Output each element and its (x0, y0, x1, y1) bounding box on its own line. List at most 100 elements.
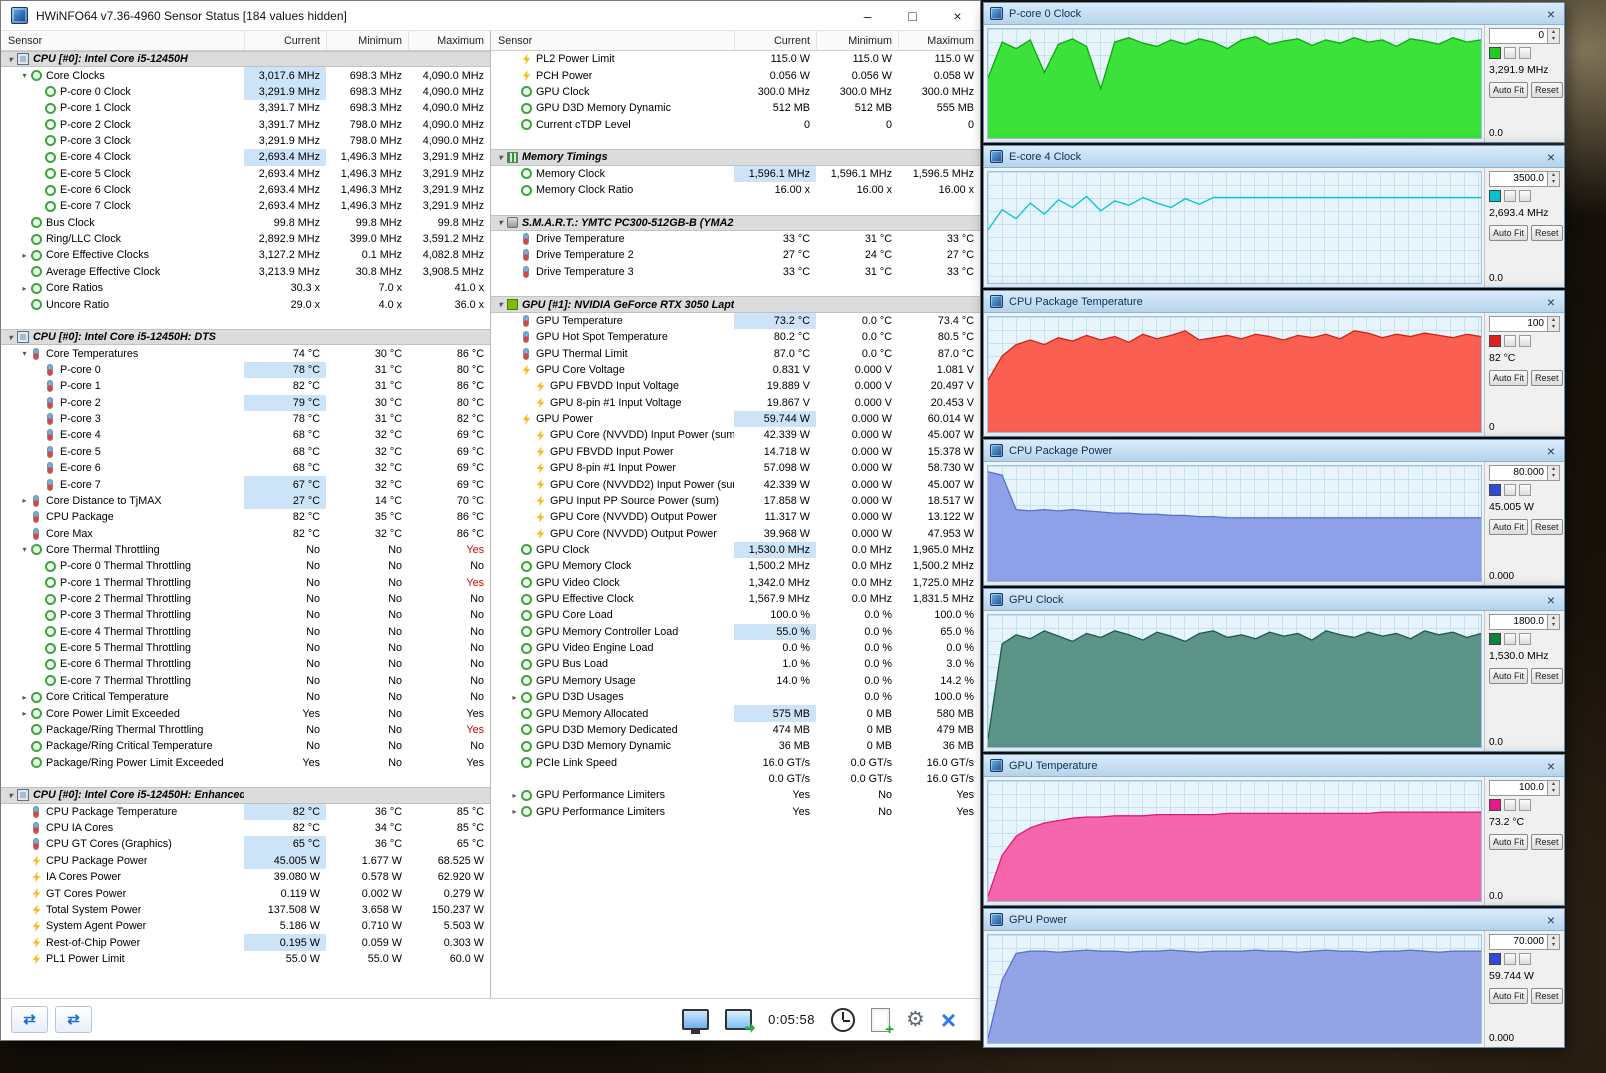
color-picker-button[interactable] (1504, 47, 1516, 59)
column-current[interactable]: Current (734, 31, 816, 50)
expand-arrow-icon[interactable]: ▸ (509, 791, 520, 800)
sensor-row[interactable]: GPU Memory Allocated 575 MB 0 MB 580 MB (491, 705, 980, 722)
sensor-row[interactable]: GPU 8-pin #1 Input Power 57.098 W 0.000 W 5… (491, 460, 980, 476)
sensor-section-row[interactable]: ▾ Memory Timings (491, 149, 980, 166)
collapse-arrow-icon[interactable]: ▾ (5, 55, 16, 64)
expand-arrow-icon[interactable]: ▸ (19, 284, 30, 293)
color-picker-button[interactable] (1504, 190, 1516, 202)
sensor-row[interactable]: GPU Core (NVVDD) Output Power 39.968 W 0.0… (491, 525, 980, 541)
sensor-row[interactable]: GPU Memory Controller Load 55.0 % 0.0 % 65.… (491, 623, 980, 640)
sensor-row[interactable]: ▸ Core Power Limit Exceeded Yes No Yes (1, 705, 490, 721)
sensor-row[interactable]: GPU Core Load 100.0 % 0.0 % 100.0 % (491, 607, 980, 623)
column-maximum[interactable]: Maximum (898, 31, 980, 50)
sensor-row[interactable]: Drive Temperature 2 27 °C 24 °C 27 °C (491, 247, 980, 263)
sensor-row[interactable]: ▾ Core Clocks 3,017.6 MHz 698.3 MHz 4,090.0 … (1, 67, 490, 84)
sensor-row[interactable]: ▸ GPU Performance Limiters Yes No Yes (491, 804, 980, 820)
font-button[interactable] (1519, 47, 1531, 59)
column-minimum[interactable]: Minimum (326, 31, 408, 50)
color-picker-button[interactable] (1504, 633, 1516, 645)
sensor-row[interactable]: Total System Power 137.508 W 3.658 W 150.23… (1, 902, 490, 918)
sensor-row[interactable]: E-core 7 Clock 2,693.4 MHz 1,496.3 MHz 3,29… (1, 198, 490, 214)
sensor-row[interactable]: Memory Clock Ratio 16.00 x 16.00 x 16.00 x (491, 182, 980, 198)
sensor-row[interactable]: GPU Core (NVVDD2) Input Power (sum) 42.33… (491, 476, 980, 492)
column-header-middle[interactable]: Sensor Current Minimum Maximum (491, 31, 980, 51)
font-button[interactable] (1519, 190, 1531, 202)
spinner-icon[interactable]: ▴ ▾ (1548, 780, 1560, 796)
sensor-row[interactable]: PCH Power 0.056 W 0.056 W 0.058 W (491, 67, 980, 83)
sensor-row[interactable]: GPU Core (NVVDD) Input Power (sum) 42.339… (491, 427, 980, 443)
color-picker-button[interactable] (1504, 799, 1516, 811)
spinner-icon[interactable]: ▴ ▾ (1548, 316, 1560, 332)
close-icon[interactable]: × (1544, 759, 1558, 773)
font-button[interactable] (1519, 484, 1531, 496)
sensor-row[interactable]: E-core 6 Clock 2,693.4 MHz 1,496.3 MHz 3,29… (1, 182, 490, 198)
sensor-row[interactable]: E-core 5 Clock 2,693.4 MHz 1,496.3 MHz 3,29… (1, 166, 490, 182)
close-icon[interactable]: × (1544, 150, 1558, 164)
sensor-row[interactable]: Drive Temperature 33 °C 31 °C 33 °C (491, 231, 980, 247)
graph-titlebar[interactable]: GPU Power × (984, 909, 1564, 931)
settings-gear-icon[interactable]: ⚙ (906, 1009, 925, 1030)
auto-fit-button[interactable]: Auto Fit (1489, 82, 1529, 98)
spinner-icon[interactable]: ▴ ▾ (1548, 934, 1560, 950)
sensor-display-icon[interactable] (725, 1009, 753, 1030)
column-current[interactable]: Current (244, 31, 326, 50)
sensor-row[interactable]: E-core 4 68 °C 32 °C 69 °C (1, 427, 490, 443)
sensor-row[interactable]: GPU Core Voltage 0.831 V 0.000 V 1.081 V (491, 362, 980, 378)
reset-button[interactable]: Reset (1531, 519, 1563, 535)
collapse-arrow-icon[interactable]: ▾ (19, 349, 30, 358)
sensor-row[interactable]: Package/Ring Critical Temperature No No No (1, 738, 490, 754)
sensor-row[interactable]: ▾ Core Thermal Throttling No No Yes (1, 542, 490, 558)
sensor-row[interactable]: CPU Package 82 °C 35 °C 86 °C (1, 509, 490, 525)
system-summary-icon[interactable] (682, 1009, 710, 1034)
reset-button[interactable]: Reset (1531, 988, 1563, 1004)
sensor-section-row[interactable]: ▾ CPU [#0]: Intel Core i5-12450H (1, 51, 490, 68)
sensor-row[interactable]: ▸ Core Critical Temperature No No No (1, 689, 490, 705)
minimize-button[interactable]: – (845, 1, 890, 30)
sensor-row[interactable]: GPU Input PP Source Power (sum) 17.858 W 0… (491, 493, 980, 509)
sensor-row[interactable]: GPU Clock 1,530.0 MHz 0.0 MHz 1,965.0 MHz (491, 541, 980, 559)
close-icon[interactable]: × (1544, 295, 1558, 309)
font-button[interactable] (1519, 633, 1531, 645)
main-titlebar[interactable]: HWiNFO64 v7.36-4960 Sensor Status [184 v… (1, 1, 980, 31)
reset-button[interactable]: Reset (1531, 834, 1563, 850)
close-icon[interactable]: × (1544, 7, 1558, 21)
sensor-row[interactable]: ▸ GPU D3D Usages 0.0 % 100.0 % (491, 689, 980, 705)
sensor-row[interactable]: P-core 3 Thermal Throttling No No No (1, 607, 490, 623)
scale-max-input[interactable]: 1800.0 (1489, 614, 1548, 630)
sensor-row[interactable]: GPU D3D Memory Dedicated 474 MB 0 MB 479 MB (491, 722, 980, 738)
swap-columns-right-button[interactable]: ⇄ (55, 1006, 92, 1033)
sensor-row[interactable]: PCIe Link Speed 16.0 GT/s 0.0 GT/s 16.0 GT/… (491, 754, 980, 770)
sensor-row[interactable]: P-core 0 Clock 3,291.9 MHz 698.3 MHz 4,090.… (1, 83, 490, 101)
sensor-row[interactable]: GPU Clock 300.0 MHz 300.0 MHz 300.0 MHz (491, 84, 980, 100)
sensor-row[interactable]: E-core 7 67 °C 32 °C 69 °C (1, 476, 490, 493)
sensor-row[interactable]: CPU Package Temperature 82 °C 36 °C 85 °C (1, 803, 490, 820)
sensor-row[interactable]: GPU Bus Load 1.0 % 0.0 % 3.0 % (491, 656, 980, 672)
expand-arrow-icon[interactable]: ▸ (19, 709, 30, 718)
collapse-arrow-icon[interactable]: ▾ (19, 545, 30, 554)
auto-fit-button[interactable]: Auto Fit (1489, 519, 1529, 535)
collapse-arrow-icon[interactable]: ▾ (495, 153, 506, 162)
sensor-section-row[interactable]: ▾ GPU [#1]: NVIDIA GeForce RTX 3050 Lapt.… (491, 296, 980, 313)
sensor-row[interactable]: P-core 2 79 °C 30 °C 80 °C (1, 394, 490, 411)
scale-max-input[interactable]: 100 (1489, 316, 1548, 332)
sensor-row[interactable]: 0.0 GT/s 0.0 GT/s 16.0 GT/s (491, 771, 980, 787)
font-button[interactable] (1519, 799, 1531, 811)
sensor-row[interactable]: System Agent Power 5.186 W 0.710 W 5.503 W (1, 918, 490, 934)
sensor-row[interactable]: GPU Video Engine Load 0.0 % 0.0 % 0.0 % (491, 640, 980, 656)
column-header-left[interactable]: Sensor Current Minimum Maximum (1, 31, 490, 51)
sensor-row[interactable]: CPU Package Power 45.005 W 1.677 W 68.525 W (1, 852, 490, 869)
spinner-icon[interactable]: ▴ ▾ (1548, 465, 1560, 481)
reset-button[interactable]: Reset (1531, 225, 1563, 241)
sensor-row[interactable]: ▸ Core Effective Clocks 3,127.2 MHz 0.1 MHz… (1, 247, 490, 263)
sensor-section-row[interactable]: ▾ S.M.A.R.T.: YMTC PC300-512GB-B (YMA2... (491, 214, 980, 231)
spinner-icon[interactable]: ▴ ▾ (1548, 28, 1560, 44)
sensor-row[interactable]: ▸ GPU Performance Limiters Yes No Yes (491, 787, 980, 803)
sensor-row[interactable]: Uncore Ratio 29.0 x 4.0 x 36.0 x (1, 296, 490, 312)
swap-columns-left-button[interactable]: ⇄ (11, 1006, 48, 1033)
close-sensors-icon[interactable]: × (941, 1007, 956, 1033)
auto-fit-button[interactable]: Auto Fit (1489, 834, 1529, 850)
sensor-row[interactable]: ▸ Core Ratios 30.3 x 7.0 x 41.0 x (1, 280, 490, 296)
sensor-row[interactable]: Drive Temperature 3 33 °C 31 °C 33 °C (491, 264, 980, 280)
scale-max-input[interactable]: 100.0 (1489, 780, 1548, 796)
collapse-arrow-icon[interactable]: ▾ (19, 71, 30, 80)
